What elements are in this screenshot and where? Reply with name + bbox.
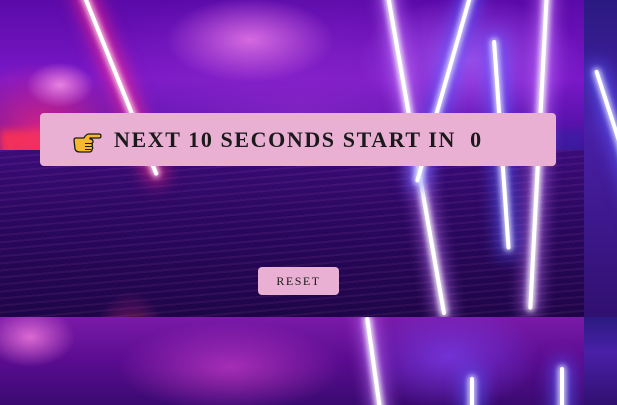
reset-button[interactable]: RESET [258,267,339,295]
background-sky [584,317,617,405]
neon-light-beam [560,367,564,405]
countdown-seconds: 0 [470,126,482,152]
background-image-tile [584,317,617,405]
neon-light-beam [470,377,474,405]
background-image-tile [0,317,584,405]
background-image-tile [584,0,617,317]
countdown-message: NEXT 10 SECONDS START IN [114,126,457,152]
background-sky [0,317,584,405]
background-sky [584,0,617,317]
countdown-banner: NEXT 10 SECONDS START IN 0 [40,113,556,166]
pointing-hand-icon [73,132,102,153]
